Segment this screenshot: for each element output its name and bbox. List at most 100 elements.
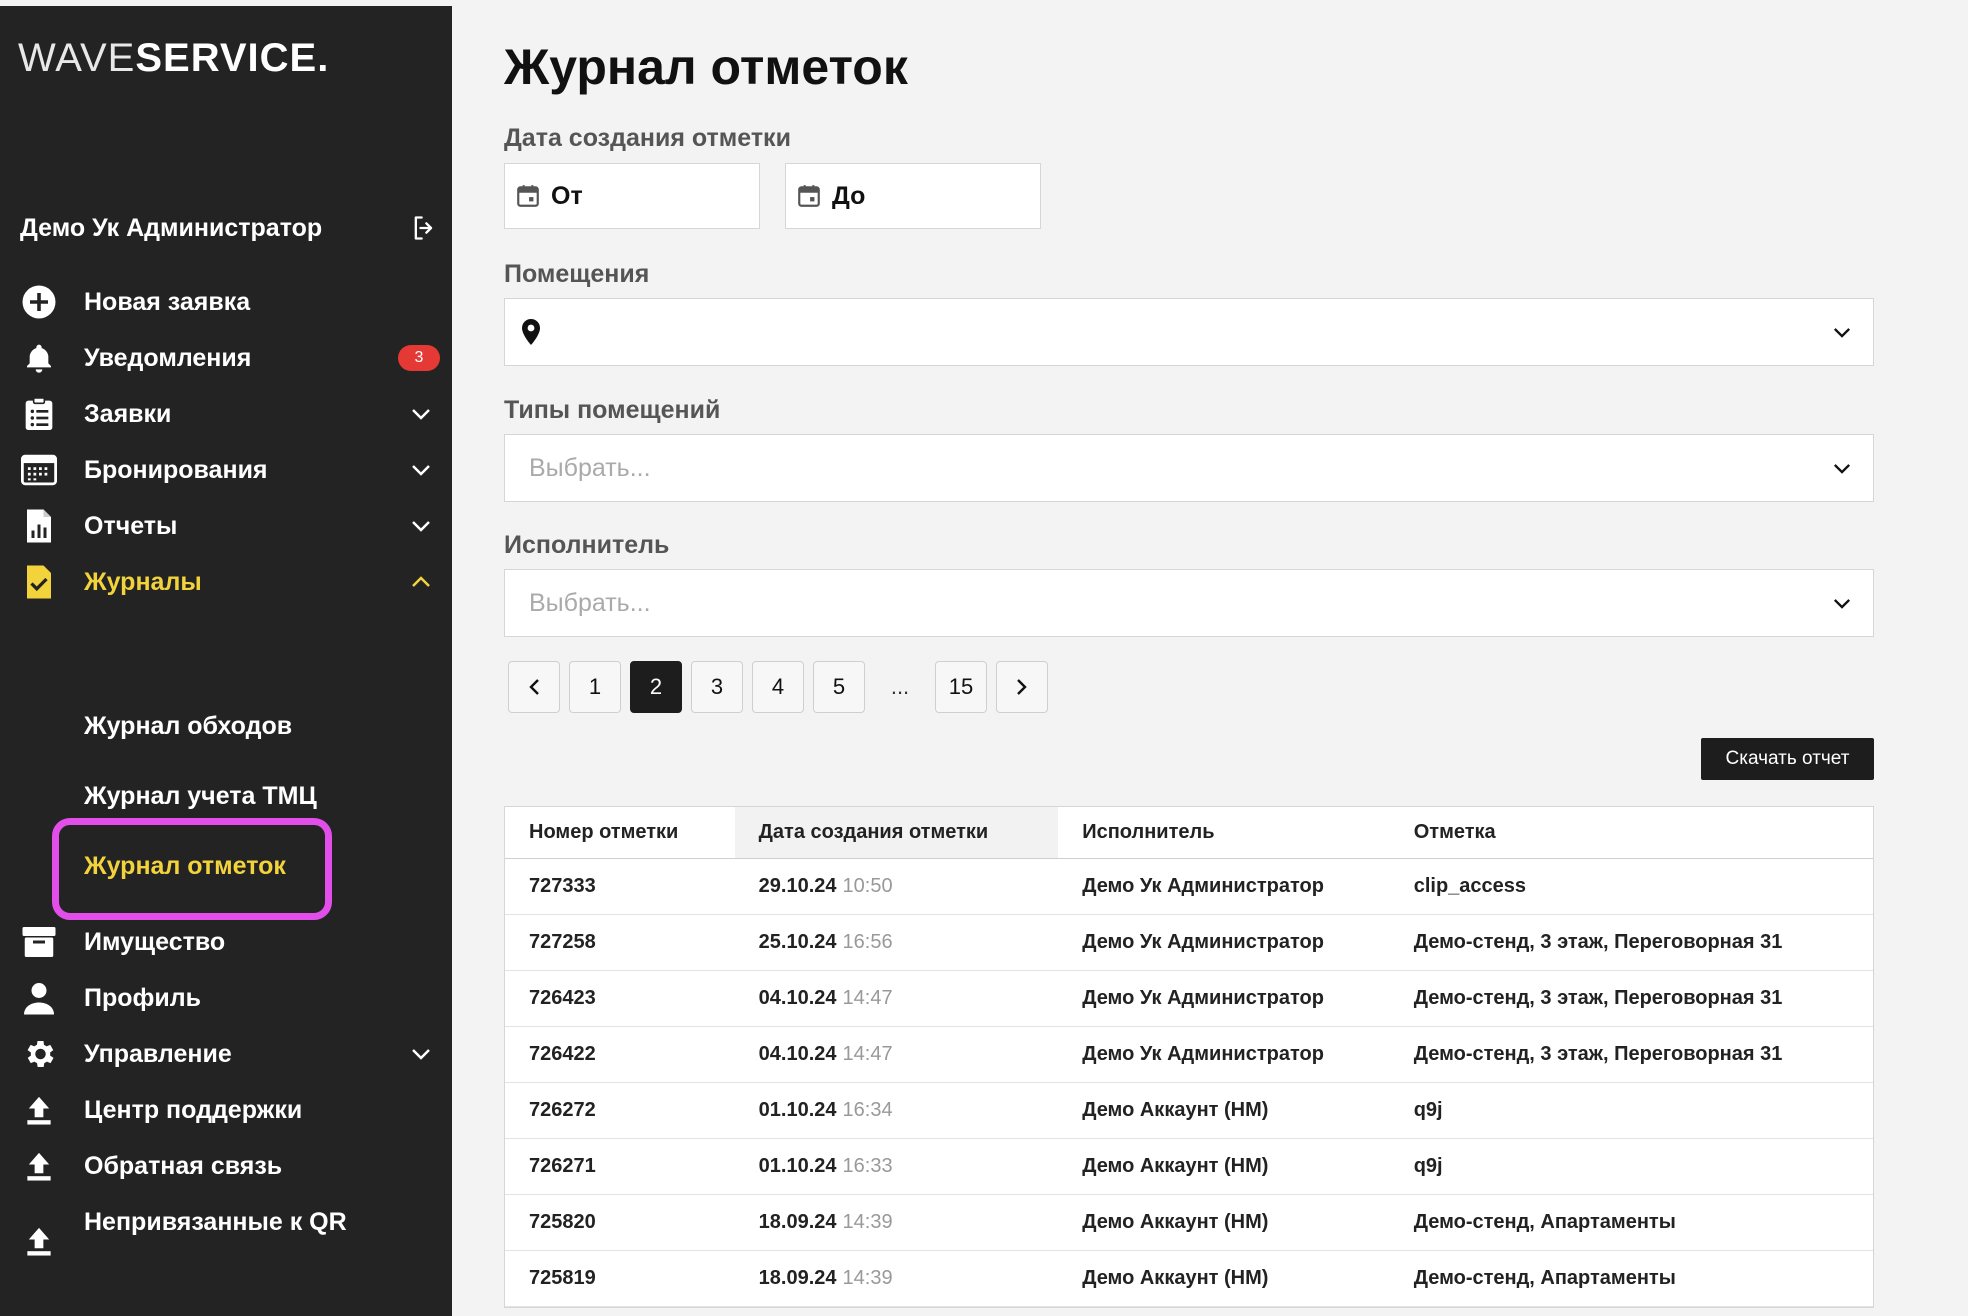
chevron-down-icon — [1829, 319, 1855, 345]
chevron-down-icon — [1829, 455, 1855, 481]
cell-executor: Демо Ук Администратор — [1082, 875, 1324, 897]
sidebar-item-bookings[interactable]: Бронирования — [0, 442, 452, 498]
clipboard-list-icon — [20, 395, 58, 433]
executor-placeholder: Выбрать... — [529, 588, 651, 617]
cell-date-time: 16:34 — [842, 1099, 893, 1121]
sidebar-item-profile[interactable]: Профиль — [0, 970, 452, 1026]
sidebar-item-requests[interactable]: Заявки — [0, 386, 452, 442]
cell-date: 18.09.24 14:39 — [735, 1251, 1059, 1306]
executor-select[interactable]: Выбрать... — [504, 569, 1874, 637]
table-row[interactable]: 727333 29.10.24 10:50 Демо Ук Администратор… — [505, 859, 1873, 915]
download-report-button[interactable]: Скачать отчет — [1701, 738, 1874, 780]
rooms-select[interactable] — [504, 298, 1874, 366]
column-header-executor[interactable]: Исполнитель — [1058, 807, 1390, 858]
sidebar-item-label: Новая заявка — [84, 287, 251, 316]
cell-date-day: 29.10.24 — [758, 875, 837, 897]
sidebar-subitem-tmc-journal[interactable]: Журнал учета ТМЦ — [84, 782, 317, 811]
date-to-text: До — [832, 181, 866, 210]
cell-mark: Демо-стенд, Апартаменты — [1413, 1211, 1676, 1233]
sidebar-subitem-rounds-journal[interactable]: Журнал обходов — [84, 712, 292, 741]
page-ellipsis: ... — [890, 674, 910, 699]
page-button-5[interactable]: 5 — [813, 661, 865, 713]
sidebar-item-new-request[interactable]: Новая заявка — [0, 274, 452, 330]
plus-circle-icon — [20, 283, 58, 321]
bell-icon — [20, 339, 58, 377]
cell-number: 727258 — [529, 931, 596, 953]
cell-date: 04.10.24 14:47 — [735, 1027, 1059, 1082]
cell-number: 725820 — [529, 1211, 596, 1233]
gear-icon — [20, 1035, 58, 1073]
table-row[interactable]: 726272 01.10.24 16:34 Демо Аккаунт (НМ) q9j — [505, 1083, 1873, 1139]
page-button-4[interactable]: 4 — [752, 661, 804, 713]
cell-number: 726271 — [529, 1155, 596, 1177]
sidebar-item-label: Заявки — [84, 399, 172, 428]
table-row[interactable]: 725819 18.09.24 14:39 Демо Аккаунт (НМ) Демо… — [505, 1251, 1873, 1307]
date-to-input[interactable]: До — [785, 163, 1041, 229]
cell-date: 01.10.24 16:33 — [735, 1139, 1059, 1194]
rooms-label: Помещения — [504, 260, 650, 288]
column-header-number[interactable]: Номер отметки — [505, 807, 735, 858]
sidebar-item-label: Непривязанные к QR — [84, 1207, 347, 1236]
next-page-button[interactable] — [996, 661, 1048, 713]
logout-icon[interactable] — [408, 212, 440, 244]
room-types-placeholder: Выбрать... — [529, 453, 651, 482]
marks-table: Номер отметки Дата создания отметки Испо… — [504, 806, 1874, 1308]
page-button-2-current[interactable]: 2 — [630, 661, 682, 713]
cell-mark: Демо-стенд, 3 этаж, Переговорная 31 — [1413, 1043, 1783, 1065]
cell-mark: q9j — [1413, 1099, 1443, 1121]
upload-icon — [20, 1091, 58, 1129]
person-icon — [20, 979, 58, 1017]
sidebar-item-support-center[interactable]: Центр поддержки — [0, 1082, 452, 1138]
table-row[interactable]: 726271 01.10.24 16:33 Демо Аккаунт (НМ) q9j — [505, 1139, 1873, 1195]
column-header-date[interactable]: Дата создания отметки — [734, 807, 1059, 858]
table-row[interactable]: 726422 04.10.24 14:47 Демо Ук Администратор… — [505, 1027, 1873, 1083]
sidebar-item-label: Профиль — [84, 983, 202, 1012]
table-row[interactable]: 725820 18.09.24 14:39 Демо Аккаунт (НМ) Демо… — [505, 1195, 1873, 1251]
chevron-down-icon — [408, 457, 434, 483]
cell-executor: Демо Ук Администратор — [1082, 931, 1324, 953]
logo[interactable]: WAVESERVICE. — [18, 36, 329, 81]
chevron-up-icon — [408, 569, 434, 595]
table-row[interactable]: 727258 25.10.24 16:56 Демо Ук Администратор… — [505, 915, 1873, 971]
chevron-down-icon — [408, 513, 434, 539]
sidebar-item-unlinked-qr[interactable]: Непривязанные к QR — [0, 1194, 452, 1256]
sidebar-item-feedback[interactable]: Обратная связь — [0, 1138, 452, 1194]
chevron-right-icon — [1017, 679, 1027, 695]
cell-date: 04.10.24 14:47 — [735, 971, 1059, 1026]
calendar-icon — [517, 185, 539, 207]
sidebar-item-label: Имущество — [84, 927, 226, 956]
sidebar-item-management[interactable]: Управление — [0, 1026, 452, 1082]
cell-date: 18.09.24 14:39 — [735, 1195, 1059, 1250]
cell-date-time: 10:50 — [842, 875, 893, 897]
sidebar-item-notifications[interactable]: Уведомления 3 — [0, 330, 452, 386]
cell-executor: Демо Аккаунт (НМ) — [1082, 1267, 1269, 1289]
cell-date-time: 16:33 — [842, 1155, 893, 1177]
prev-page-button[interactable] — [508, 661, 560, 713]
page-button-3[interactable]: 3 — [691, 661, 743, 713]
sidebar-item-label: Журналы — [84, 567, 202, 596]
calendar-grid-icon — [20, 451, 58, 489]
date-from-input[interactable]: От — [504, 163, 760, 229]
room-types-select[interactable]: Выбрать... — [504, 434, 1874, 502]
archive-box-icon — [20, 923, 58, 961]
user-name: Демо Ук Администратор — [20, 213, 323, 242]
cell-number: 726423 — [529, 987, 596, 1009]
table-row[interactable]: 726423 04.10.24 14:47 Демо Ук Администратор… — [505, 971, 1873, 1027]
page-button-last[interactable]: 15 — [935, 661, 987, 713]
column-header-mark[interactable]: Отметка — [1390, 807, 1873, 858]
cell-mark: Демо-стенд, 3 этаж, Переговорная 31 — [1413, 987, 1783, 1009]
sidebar-item-property[interactable]: Имущество — [0, 914, 452, 970]
sidebar-subitem-marks-journal[interactable]: Журнал отметок — [84, 852, 286, 881]
sidebar-item-journals[interactable]: Журналы — [0, 554, 452, 610]
location-pin-icon — [522, 319, 540, 345]
sidebar-item-label: Уведомления — [84, 343, 252, 372]
cell-number: 725819 — [529, 1267, 596, 1289]
user-row: Демо Ук Администратор — [20, 206, 440, 250]
page-button-1[interactable]: 1 — [569, 661, 621, 713]
main-content: Журнал отметок Дата создания отметки От … — [452, 6, 1968, 1316]
cell-date-day: 18.09.24 — [758, 1211, 837, 1233]
table-body: 727333 29.10.24 10:50 Демо Ук Администратор… — [505, 859, 1873, 1307]
chevron-down-icon — [1829, 590, 1855, 616]
cell-mark: q9j — [1413, 1155, 1443, 1177]
sidebar-item-reports[interactable]: Отчеты — [0, 498, 452, 554]
